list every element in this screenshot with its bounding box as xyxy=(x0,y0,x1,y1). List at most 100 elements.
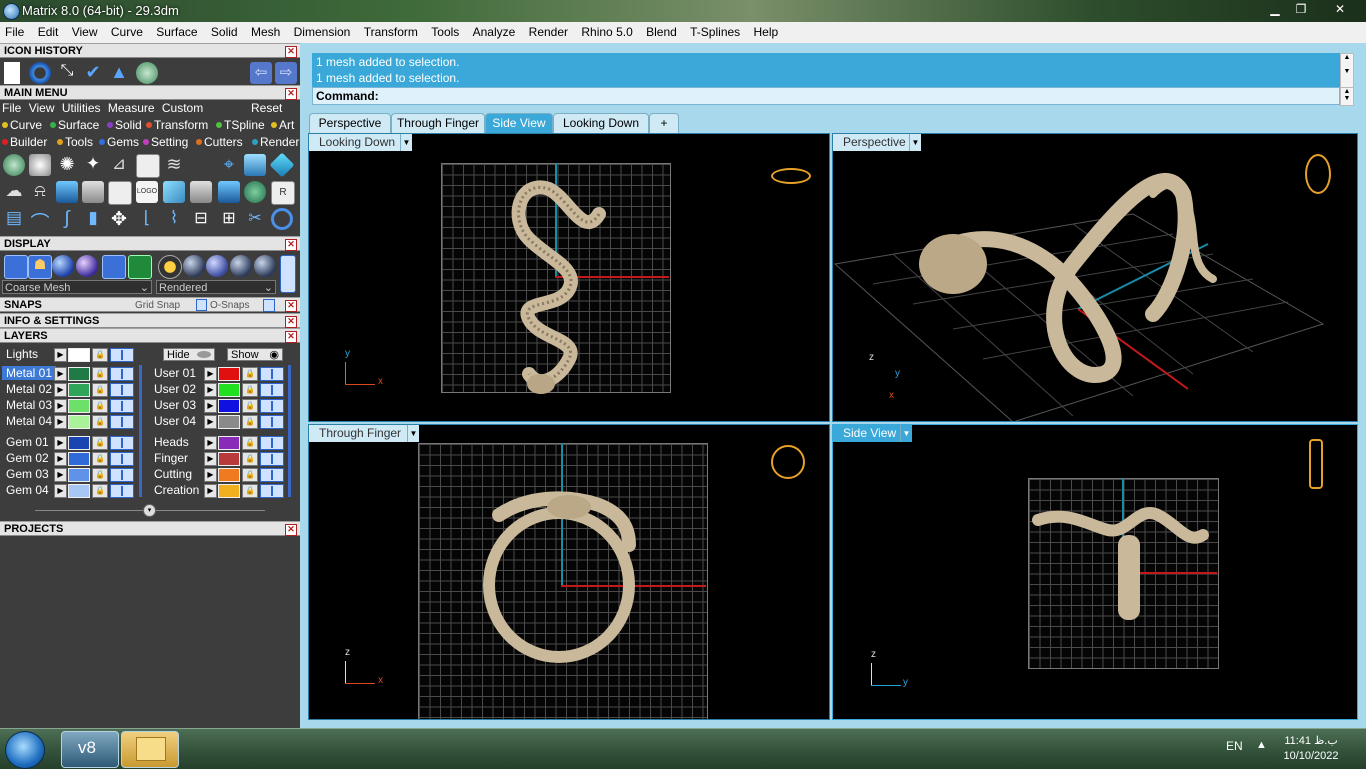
shaded-sphere-icon[interactable] xyxy=(52,255,74,277)
reset-button[interactable]: Reset xyxy=(251,101,282,115)
lock-icon[interactable]: 🔒 xyxy=(242,415,258,429)
layers-scrollbar[interactable] xyxy=(288,365,291,497)
lock-icon[interactable]: 🔒 xyxy=(92,484,108,498)
menu-tools[interactable]: Tools xyxy=(426,22,464,39)
snaps-toggle[interactable] xyxy=(263,299,275,312)
lock-icon[interactable]: 🔒 xyxy=(242,452,258,466)
menu-file[interactable]: File xyxy=(0,22,29,39)
grid-tool-icon[interactable] xyxy=(163,181,185,203)
layer-name[interactable]: Cutting xyxy=(150,467,204,481)
lock-icon[interactable]: 🔒 xyxy=(92,452,108,466)
mm-cutters[interactable]: Cutters xyxy=(196,135,243,149)
mm-render[interactable]: Render xyxy=(252,135,299,149)
layer-name[interactable]: User 03 xyxy=(150,398,204,412)
info-settings-header[interactable]: INFO & SETTINGS ✕ xyxy=(0,313,300,328)
lines-icon[interactable]: ≋ xyxy=(163,154,185,176)
gold-material-icon[interactable] xyxy=(158,255,182,279)
tab-perspective[interactable]: Perspective xyxy=(309,113,391,133)
chevron-down-icon[interactable]: ▼ xyxy=(400,134,412,151)
visibility-toggle[interactable] xyxy=(260,436,284,450)
menu-blend[interactable]: Blend xyxy=(641,22,682,39)
visibility-toggle[interactable] xyxy=(110,367,134,381)
visibility-toggle[interactable] xyxy=(110,468,134,482)
expand-arrow-icon[interactable]: ▶ xyxy=(204,468,217,482)
expand-arrow-icon[interactable]: ▶ xyxy=(54,383,67,397)
layer-color-swatch[interactable] xyxy=(68,367,90,381)
menu-rhino[interactable]: Rhino 5.0 xyxy=(576,22,637,39)
material-sphere-icon[interactable] xyxy=(230,255,252,277)
new-file-icon[interactable] xyxy=(4,62,20,84)
layer-color-swatch[interactable] xyxy=(68,415,90,429)
visibility-toggle[interactable] xyxy=(260,415,284,429)
picture-icon[interactable] xyxy=(244,154,266,176)
visibility-toggle[interactable] xyxy=(260,468,284,482)
mesh-quality-select[interactable]: Coarse Mesh ⌄ xyxy=(2,280,152,294)
sun-icon[interactable]: ✺ xyxy=(56,154,78,176)
expand-arrow-icon[interactable]: ▶ xyxy=(204,399,217,413)
history-scrollbar[interactable]: ▲ ▼ xyxy=(1340,53,1354,89)
menu-transform[interactable]: Transform xyxy=(359,22,423,39)
split-icon[interactable]: ⊞ xyxy=(218,208,240,230)
layer-name[interactable]: User 02 xyxy=(150,382,204,396)
cone-icon[interactable]: ▲ xyxy=(108,62,130,84)
expand-arrow-icon[interactable]: ▶ xyxy=(54,399,67,413)
viewport-through-finger[interactable]: Through Finger ▼ z x xyxy=(308,424,830,720)
finger-icon[interactable] xyxy=(82,181,104,203)
layers-header[interactable]: LAYERS ✕ xyxy=(0,328,300,343)
chevron-down-icon[interactable]: ▼ xyxy=(900,425,912,442)
visibility-toggle[interactable] xyxy=(110,348,134,362)
hide-button[interactable]: Hide xyxy=(163,348,215,361)
visibility-toggle[interactable] xyxy=(260,383,284,397)
layer-color-swatch[interactable] xyxy=(218,452,240,466)
layer-name[interactable]: Metal 04 xyxy=(2,414,56,428)
gun-icon[interactable]: ⌖ xyxy=(218,154,240,176)
grid-snap-toggle[interactable]: Grid Snap xyxy=(135,298,180,313)
lock-icon[interactable]: 🔒 xyxy=(92,468,108,482)
visibility-toggle[interactable] xyxy=(260,399,284,413)
lock-icon[interactable]: 🔒 xyxy=(92,367,108,381)
layer-color-swatch[interactable] xyxy=(68,436,90,450)
history-forward-icon[interactable]: ⇨ xyxy=(275,62,297,84)
menu-analyze[interactable]: Analyze xyxy=(468,22,521,39)
layer-name[interactable]: Heads xyxy=(150,435,204,449)
matrix-tool-icon[interactable] xyxy=(3,154,25,176)
mm-tools[interactable]: Tools xyxy=(57,135,93,149)
logo-icon[interactable]: LOGO xyxy=(136,181,158,203)
display-toggle[interactable] xyxy=(280,255,296,293)
lock-icon[interactable]: 🔒 xyxy=(242,383,258,397)
viewport-looking-down[interactable]: Looking Down ▼ y x xyxy=(308,133,830,422)
viewport-label[interactable]: Side View xyxy=(833,425,903,442)
explorer-taskbar-button[interactable] xyxy=(121,731,179,768)
mm-curve[interactable]: Curve xyxy=(2,118,42,132)
render-preview-icon[interactable] xyxy=(128,255,152,279)
add-tab-button[interactable]: + xyxy=(649,113,679,133)
spotlight-icon[interactable]: ⊿ xyxy=(108,154,130,176)
tab-side-view[interactable]: Side View xyxy=(485,113,553,133)
mm-gems[interactable]: Gems xyxy=(99,135,139,149)
tray-arrow-icon[interactable]: ▲ xyxy=(1256,739,1267,751)
mm-solid[interactable]: Solid xyxy=(107,118,142,132)
chip-icon[interactable] xyxy=(136,154,160,178)
splash-icon[interactable]: ⌇ xyxy=(163,208,185,230)
visibility-toggle[interactable] xyxy=(110,415,134,429)
mm-transform[interactable]: Transform xyxy=(146,118,208,132)
layer-color-swatch[interactable] xyxy=(218,399,240,413)
circle-tool-icon[interactable] xyxy=(29,62,51,84)
chevron-down-icon[interactable]: ▼ xyxy=(407,425,419,442)
layer-name[interactable]: Gem 02 xyxy=(2,451,56,465)
tree-icon[interactable] xyxy=(56,181,78,203)
close-icon[interactable]: ✕ xyxy=(285,524,297,536)
bulb-icon[interactable]: ✦ xyxy=(82,154,104,176)
transform-arrows-icon[interactable]: ⤡ xyxy=(56,62,78,84)
layer-color-swatch[interactable] xyxy=(218,484,240,498)
tab-through-finger[interactable]: Through Finger xyxy=(391,113,485,133)
expand-arrow-icon[interactable]: ▶ xyxy=(204,484,217,498)
layer-name[interactable]: Creation xyxy=(150,483,204,497)
menu-solid[interactable]: Solid xyxy=(206,22,243,39)
lights-color-swatch[interactable] xyxy=(68,348,90,362)
visibility-toggle[interactable] xyxy=(110,399,134,413)
layer-name[interactable]: Gem 04 xyxy=(2,483,56,497)
lock-icon[interactable]: 🔒 xyxy=(242,468,258,482)
viewport-label[interactable]: Looking Down xyxy=(309,134,402,151)
layer-color-swatch[interactable] xyxy=(68,452,90,466)
